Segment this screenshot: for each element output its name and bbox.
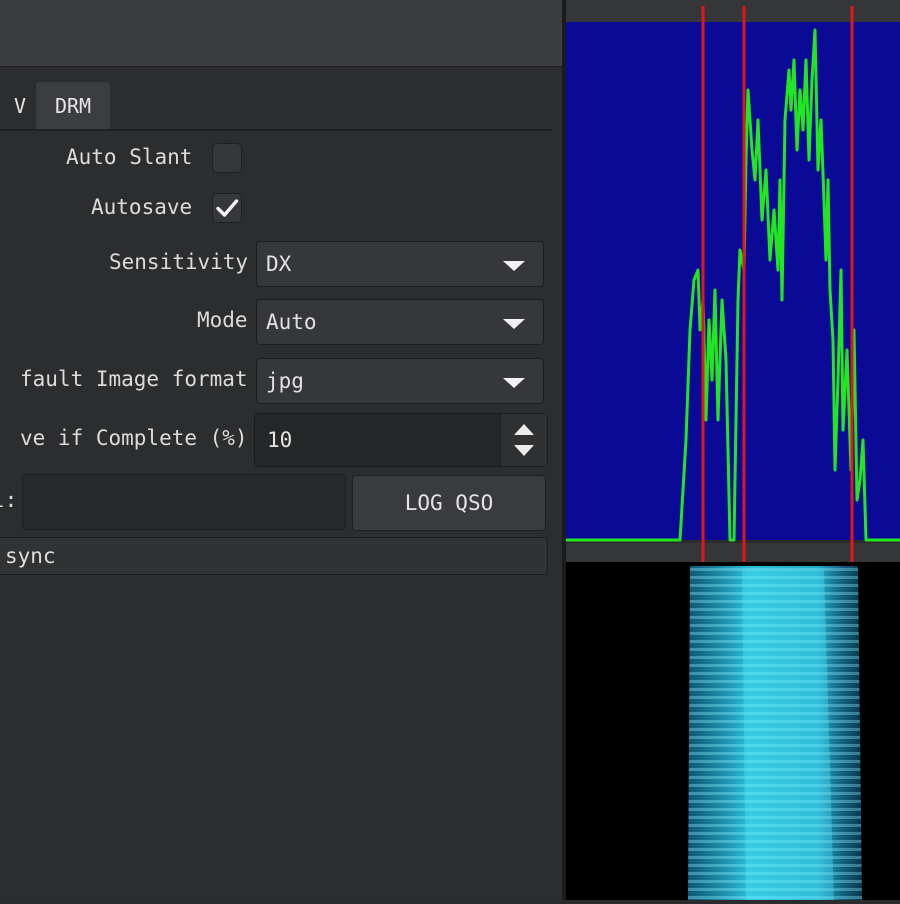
signal-display (562, 0, 900, 900)
spectrum-waterfall-svg (562, 0, 900, 900)
image-format-value: jpg (266, 369, 304, 393)
mode-select[interactable]: Auto (256, 299, 544, 345)
status-text: sync (5, 544, 56, 568)
save-complete-value: 10 (267, 428, 293, 452)
mode-value: Auto (266, 310, 317, 334)
autosave-label: Autosave (91, 195, 193, 219)
sensitivity-value: DX (266, 252, 292, 276)
auto-slant-checkbox[interactable] (212, 143, 242, 173)
auto-slant-label: Auto Slant (66, 145, 193, 169)
save-complete-label: ve if Complete (%) (20, 426, 248, 450)
callsign-input[interactable] (22, 474, 346, 530)
callsign-label: l: (0, 488, 18, 512)
spin-up-icon[interactable] (514, 424, 534, 435)
spinbox-buttons (500, 414, 547, 466)
title-bar (0, 0, 562, 67)
checkmark-icon (216, 199, 239, 217)
spin-down-icon[interactable] (514, 445, 534, 456)
log-qso-button[interactable]: LOG QSO (352, 475, 546, 531)
image-format-select[interactable]: jpg (256, 358, 544, 404)
chevron-down-icon (503, 378, 525, 388)
chevron-down-icon (503, 261, 525, 271)
sensitivity-label: Sensitivity (109, 250, 249, 274)
mode-label: Mode (197, 308, 248, 332)
status-bar: sync (0, 537, 548, 575)
autosave-checkbox[interactable] (212, 193, 242, 223)
chevron-down-icon (503, 319, 525, 329)
image-format-label: fault Image format (20, 367, 248, 391)
tab-drm[interactable]: DRM (36, 82, 110, 130)
tab-bar-divider (0, 129, 552, 131)
tab-sstv[interactable]: V (0, 82, 34, 130)
sensitivity-select[interactable]: DX (256, 241, 544, 287)
save-complete-spinbox[interactable]: 10 (254, 413, 548, 467)
panel-divider (562, 0, 566, 900)
